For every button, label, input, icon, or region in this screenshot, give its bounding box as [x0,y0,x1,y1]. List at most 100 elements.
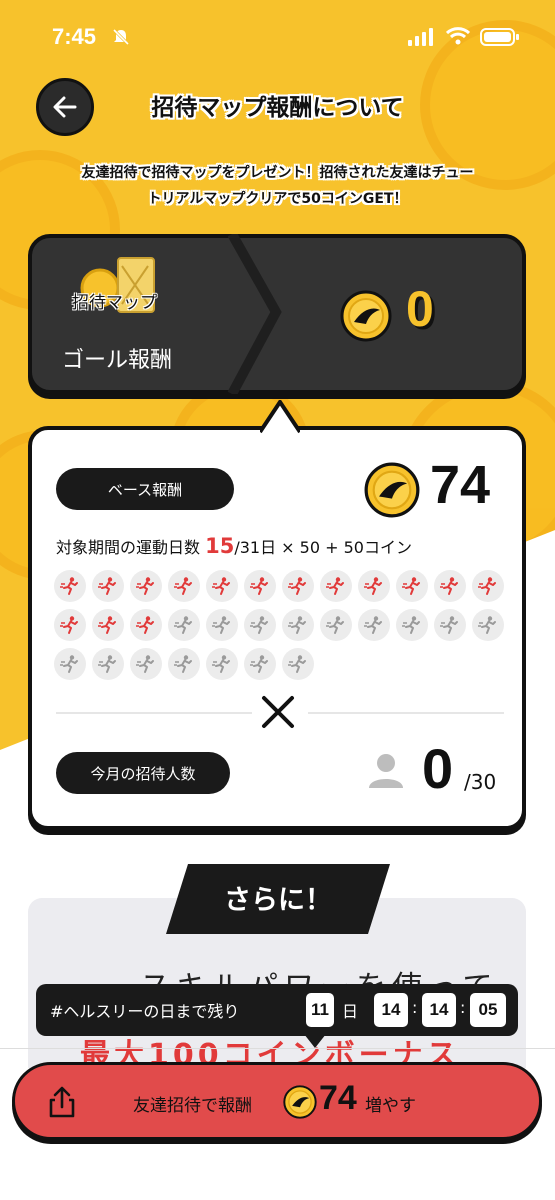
exercise-days: 15 [205,534,235,558]
exercise-day-active [54,570,86,602]
runner-icon [364,616,382,634]
coin-icon [283,1085,317,1119]
exercise-day-inactive [206,609,238,641]
bottom-divider [0,1048,555,1049]
runner-icon [364,577,382,595]
more-title: さらに！ [224,885,332,916]
exercise-day-inactive [472,609,504,641]
runner-icon [440,577,458,595]
runner-icon [250,655,268,673]
runner-icon [478,616,496,634]
page-title: 招待マップ報酬について [151,95,404,121]
exercise-day-active [434,570,466,602]
invite-count-total: /30 [464,770,497,794]
exercise-day-active [244,570,276,602]
exercise-day-inactive [54,648,86,680]
runner-icon [402,616,420,634]
goal-reward-value: 0 [406,281,434,337]
coin-icon [364,462,420,518]
wifi-icon [446,27,470,45]
exercise-day-inactive [244,609,276,641]
tooltip-tail [304,1034,326,1048]
runner-icon [250,577,268,595]
countdown-minutes: 14 [422,993,456,1027]
cta-suffix: 増やす [365,1096,416,1116]
exercise-day-active [206,570,238,602]
intro-line-2: トリアルマップクリアで50コインGET！ [147,191,408,207]
invite-count-value: 0 [422,737,454,800]
runner-icon [136,655,154,673]
countdown-colon: : [412,998,418,1017]
exercise-day-inactive [206,648,238,680]
exercise-day-active [54,609,86,641]
exercise-day-inactive [92,648,124,680]
runner-icon [326,577,344,595]
exercise-day-active [130,570,162,602]
countdown-label: #ヘルスリーの日まで残り [50,1002,240,1021]
formula-prefix: 対象期間の運動日数 [56,538,201,557]
runner-icon [174,616,192,634]
exercise-day-active [358,570,390,602]
runner-icon [440,616,458,634]
person-icon [369,754,403,788]
runner-icon [288,616,306,634]
bell-muted-icon [112,28,130,46]
runner-icon [60,577,78,595]
countdown-bar: #ヘルスリーの日まで残り 11 日 14 : 14 : 05 [36,984,518,1048]
countdown-hours: 14 [374,993,408,1027]
invite-count-pill: 今月の招待人数 [56,752,230,794]
exercise-day-inactive [168,609,200,641]
exercise-day-inactive [282,609,314,641]
cta-value: 74 [319,1079,357,1117]
exercise-day-active [92,570,124,602]
status-bar: 7:45 [0,0,555,70]
invite-friends-button[interactable]: 友達招待で報酬 74 増やす [12,1062,542,1140]
runner-icon [288,577,306,595]
runner-icon [60,616,78,634]
runner-icon [98,655,116,673]
exercise-day-active [396,570,428,602]
exercise-day-active [282,570,314,602]
runner-icon [212,655,230,673]
chevron-divider [228,234,282,394]
countdown-days: 11 [306,993,334,1027]
exercise-day-active [168,570,200,602]
exercise-day-active [472,570,504,602]
runner-icon [212,577,230,595]
exercise-day-inactive [396,609,428,641]
map-label: 招待マップ [72,293,157,313]
countdown-day-unit: 日 [342,1002,359,1021]
runner-icon [326,616,344,634]
exercise-day-inactive [320,609,352,641]
exercise-day-inactive [358,609,390,641]
base-reward-card: ベース報酬 74 対象期間の運動日数 15/31日 × 50 + 50コイン 今… [28,400,526,830]
runner-icon [136,616,154,634]
base-reward-pill: ベース報酬 [56,468,234,510]
coin-icon [340,290,392,342]
runner-icon [478,577,496,595]
base-reward-value: 74 [430,455,491,515]
runner-icon [174,655,192,673]
signal-icon [408,28,433,46]
runner-icon [60,655,78,673]
exercise-day-inactive [282,648,314,680]
divider-left [56,712,252,714]
exercise-day-inactive [244,648,276,680]
intro-text: 友達招待で招待マップをプレゼント！招待された友達はチュー トリアルマップクリアで… [20,160,535,212]
card-pointer [260,400,300,434]
battery-icon [480,28,519,46]
formula-text: 対象期間の運動日数 15/31日 × 50 + 50コイン [56,534,412,558]
countdown-colon: : [460,998,466,1017]
status-time: 7:45 [52,24,97,49]
runner-icon [402,577,420,595]
exercise-days-grid [54,570,510,680]
runner-icon [288,655,306,673]
exercise-day-active [320,570,352,602]
runner-icon [136,577,154,595]
more-title-banner: さらに！ [166,864,390,934]
exercise-day-inactive [434,609,466,641]
divider-right [308,712,504,714]
exercise-day-active [130,609,162,641]
goal-reward-card: 招待マップ ゴール報酬 0 [28,234,526,394]
goal-label: ゴール報酬 [62,348,173,373]
